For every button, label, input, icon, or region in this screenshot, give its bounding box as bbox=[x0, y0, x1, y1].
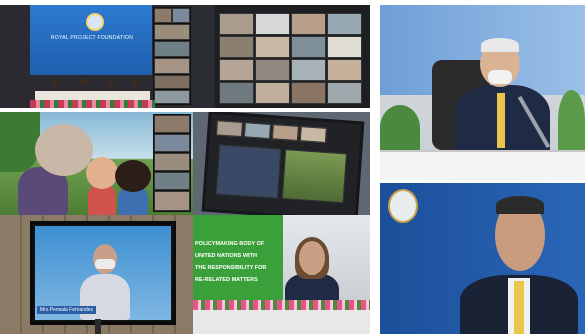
banner-line-4: RE-RELATED MATTERS bbox=[195, 277, 258, 283]
emblem-logo bbox=[388, 189, 418, 223]
plant-left bbox=[380, 105, 420, 150]
foundation-emblem bbox=[86, 13, 104, 31]
plant-right bbox=[558, 90, 585, 150]
girl-head bbox=[86, 157, 118, 189]
face-mask bbox=[488, 70, 512, 84]
un-banner: POLICYMAKING BODY OF UNITED NATIONS WITH… bbox=[193, 215, 283, 303]
photo-zoom-gallery bbox=[193, 5, 370, 108]
hair bbox=[481, 38, 519, 52]
video-wall-column bbox=[153, 114, 191, 212]
tree-foliage bbox=[0, 112, 40, 172]
banner-line-2: UNITED NATIONS WITH bbox=[195, 253, 257, 259]
desk bbox=[380, 150, 585, 180]
table-with-flowers bbox=[193, 307, 370, 334]
zoom-side-strip bbox=[193, 5, 215, 108]
photo-laptop-videocall bbox=[193, 112, 370, 215]
boy-head bbox=[115, 160, 151, 192]
photo-speaker-emblem bbox=[380, 183, 585, 334]
monitor: Mrs Pensala Fernandez bbox=[30, 221, 176, 325]
tie bbox=[514, 281, 524, 334]
photo-official-at-desk bbox=[380, 5, 585, 180]
speaker-caption: Mrs Pensala Fernandez bbox=[37, 306, 97, 314]
laptop-screen bbox=[201, 112, 365, 215]
hair bbox=[496, 196, 544, 214]
flower-decoration bbox=[30, 100, 155, 108]
photo-un-banner-speaker: POLICYMAKING BODY OF UNITED NATIONS WITH… bbox=[193, 215, 370, 334]
tie bbox=[497, 93, 505, 148]
elder-head bbox=[35, 124, 93, 176]
banner-line-1: POLICYMAKING BODY OF bbox=[195, 241, 265, 247]
banner-line-3: THE RESPONSIBILITY FOR bbox=[195, 265, 267, 271]
video-wall-column bbox=[153, 7, 191, 105]
woman-head bbox=[299, 241, 325, 275]
backdrop-text: ROYAL PROJECT FOUNDATION bbox=[50, 35, 134, 41]
speaker-tile bbox=[215, 144, 282, 199]
flower-row bbox=[193, 300, 370, 310]
photo-animated-characters bbox=[0, 112, 193, 215]
photo-monitor-speaker: Mrs Pensala Fernandez bbox=[0, 215, 193, 334]
photo-conference-stage: ROYAL PROJECT FOUNDATION bbox=[0, 5, 193, 108]
monitor-stand bbox=[95, 319, 101, 334]
farm-image-tile bbox=[281, 149, 348, 204]
zoom-tile-grid bbox=[219, 13, 364, 105]
